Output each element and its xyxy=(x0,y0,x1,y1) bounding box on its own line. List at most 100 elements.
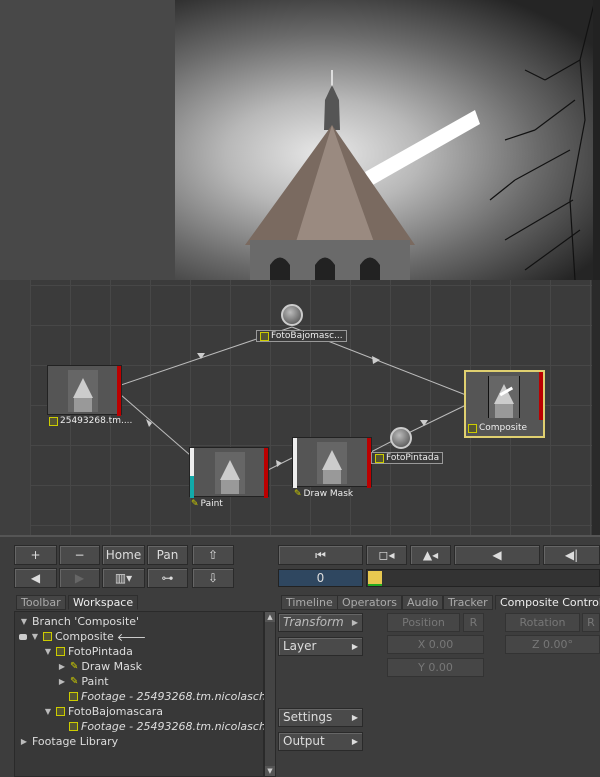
prev-key-icon: ◻◂ xyxy=(378,548,395,562)
tree-item-composite[interactable]: ▼ Composite 🡐 xyxy=(19,629,146,644)
layer-label: Layer xyxy=(283,639,317,653)
node-foto-bajomascara-label[interactable]: FotoBajomasc... xyxy=(256,330,347,342)
expand-right-icon[interactable]: ▶ xyxy=(57,662,67,671)
graph-edge xyxy=(592,280,600,535)
node-draw-mask[interactable] xyxy=(292,437,372,488)
node-draw-mask-label: ✎ Draw Mask xyxy=(294,489,353,499)
expand-down-icon[interactable]: ▼ xyxy=(30,632,40,641)
prev-frame-key-button[interactable]: ▲◂ xyxy=(410,545,451,565)
node-input-bar xyxy=(293,438,297,488)
import-down-button[interactable]: ⇩ xyxy=(192,568,234,588)
node-source[interactable] xyxy=(47,365,122,416)
scroll-up-icon[interactable]: ▲ xyxy=(265,612,275,622)
tree-scrollbar[interactable]: ▲ ▼ xyxy=(264,611,276,777)
footage-icon xyxy=(260,331,269,341)
output-section-button[interactable]: Output ▶ xyxy=(278,732,363,751)
tab-workspace[interactable]: Workspace xyxy=(68,595,139,610)
position-reset-button[interactable]: R xyxy=(463,613,484,632)
connect-button[interactable]: ⊶ xyxy=(147,568,188,588)
step-back-button[interactable]: ◀| xyxy=(543,545,600,565)
tree-item-footage-2[interactable]: Footage - 25493268.tm.nicolascha xyxy=(69,719,273,734)
node-composite[interactable]: Composite xyxy=(464,370,545,438)
node-output-bar xyxy=(117,366,121,416)
tree-item-foto-pintada[interactable]: ▼ FotoPintada xyxy=(43,644,133,659)
tab-toolbar[interactable]: Toolbar xyxy=(16,595,66,610)
node-foto-pintada-label[interactable]: FotoPintada xyxy=(371,452,444,464)
position-y-field[interactable]: Y 0.00 xyxy=(387,658,484,677)
tree-item-label: FotoPintada xyxy=(68,645,133,658)
expand-down-icon[interactable]: ▼ xyxy=(19,617,29,626)
visibility-icon[interactable] xyxy=(19,633,27,640)
tab-tracker[interactable]: Tracker xyxy=(443,595,493,610)
tab-audio[interactable]: Audio xyxy=(402,595,444,610)
rotation-z-field[interactable]: Z 0.00° xyxy=(505,635,600,654)
expand-right-icon[interactable]: ▶ xyxy=(19,737,29,746)
footage-icon xyxy=(56,707,65,716)
expand-down-icon[interactable]: ▼ xyxy=(43,707,53,716)
skip-start-icon: ⏮ xyxy=(315,547,326,562)
go-to-start-button[interactable]: ⏮ xyxy=(278,545,363,565)
node-output-bar xyxy=(539,372,543,420)
tab-operators[interactable]: Operators xyxy=(337,595,402,610)
zoom-out-button[interactable]: − xyxy=(59,545,100,565)
step-back-icon: ◀| xyxy=(564,548,579,562)
church-tower-image xyxy=(245,0,600,280)
node-source-text: 25493268.tm.... xyxy=(60,416,133,426)
export-up-button[interactable]: ⇧ xyxy=(192,545,234,565)
expand-right-icon[interactable]: ▶ xyxy=(57,677,67,686)
back-button[interactable]: ◀ xyxy=(14,568,57,588)
play-back-button[interactable]: ◀ xyxy=(454,545,540,565)
chevron-right-icon: ▶ xyxy=(351,737,358,746)
footage-icon xyxy=(69,692,78,701)
connect-icon: ⊶ xyxy=(161,571,174,585)
transform-section-button[interactable]: Transform ▶ xyxy=(278,613,363,632)
composite-icon xyxy=(43,632,52,641)
node-foto-pintada-text: FotoPintada xyxy=(386,453,440,463)
play-back-icon: ◀ xyxy=(492,548,502,562)
tree-item-label: Footage - 25493268.tm.nicolascha xyxy=(81,690,273,703)
zoom-in-button[interactable]: + xyxy=(14,545,57,565)
tree-item-label: Branch 'Composite' xyxy=(32,615,140,628)
composite-icon xyxy=(468,423,477,433)
node-source-label: 25493268.tm.... xyxy=(49,416,132,426)
tab-composite-controls[interactable]: Composite Controls xyxy=(495,595,600,610)
pan-button[interactable]: Pan xyxy=(147,545,188,565)
layout-button[interactable]: ▥▾ xyxy=(102,568,145,588)
workspace-tree[interactable]: ▼ Branch 'Composite' ▼ Composite 🡐 ▼ Fot… xyxy=(14,611,273,777)
scroll-down-icon[interactable]: ▼ xyxy=(265,766,275,776)
tree-item-footage-library[interactable]: ▶ Footage Library xyxy=(19,734,118,749)
layer-section-button[interactable]: Layer ▶ xyxy=(278,637,363,656)
node-thumbnail xyxy=(215,452,245,494)
expand-down-icon[interactable]: ▼ xyxy=(43,647,53,656)
forward-button[interactable]: ▶ xyxy=(59,568,100,588)
viewer-image[interactable] xyxy=(175,0,600,280)
control-panel: + − Home Pan ⇧ ◀ ▶ ▥▾ ⊶ ⇩ ⏮ ◻◂ ▲◂ ◀ ◀| 0… xyxy=(0,535,600,777)
node-draw-mask-text: Draw Mask xyxy=(303,489,354,499)
arrow-left-icon: ◀ xyxy=(30,571,41,585)
node-foto-pintada-circle[interactable] xyxy=(390,427,412,449)
frame-field[interactable]: 0 xyxy=(278,569,363,587)
node-foto-bajomascara-circle[interactable] xyxy=(281,304,303,326)
node-graph[interactable]: 25493268.tm.... FotoBajomasc... ✎ Paint … xyxy=(0,280,600,535)
tree-item-label: Footage Library xyxy=(32,735,119,748)
timeline-cursor[interactable] xyxy=(368,571,382,585)
tree-item-footage-1[interactable]: Footage - 25493268.tm.nicolascha xyxy=(69,689,273,704)
node-paint[interactable] xyxy=(189,447,269,498)
footage-icon xyxy=(56,647,65,656)
current-arrow-icon: 🡐 xyxy=(116,630,147,644)
tree-item-branch[interactable]: ▼ Branch 'Composite' xyxy=(19,614,139,629)
settings-section-button[interactable]: Settings ▶ xyxy=(278,708,363,727)
tree-item-foto-bajomascara[interactable]: ▼ FotoBajomascara xyxy=(43,704,163,719)
rotation-reset-button[interactable]: R xyxy=(582,613,600,632)
download-icon: ⇩ xyxy=(207,571,219,585)
position-x-field[interactable]: X 0.00 xyxy=(387,635,484,654)
node-composite-label: Composite xyxy=(468,423,527,433)
key-back-icon: ▲◂ xyxy=(422,548,439,562)
tree-item-paint[interactable]: ▶ ✎ Paint xyxy=(57,674,109,689)
node-output-bar xyxy=(264,448,268,498)
prev-key-button[interactable]: ◻◂ xyxy=(366,545,407,565)
timeline-bar[interactable] xyxy=(366,569,600,587)
home-button[interactable]: Home xyxy=(102,545,145,565)
tab-timeline[interactable]: Timeline xyxy=(281,595,338,610)
tree-item-draw-mask[interactable]: ▶ ✎ Draw Mask xyxy=(57,659,142,674)
